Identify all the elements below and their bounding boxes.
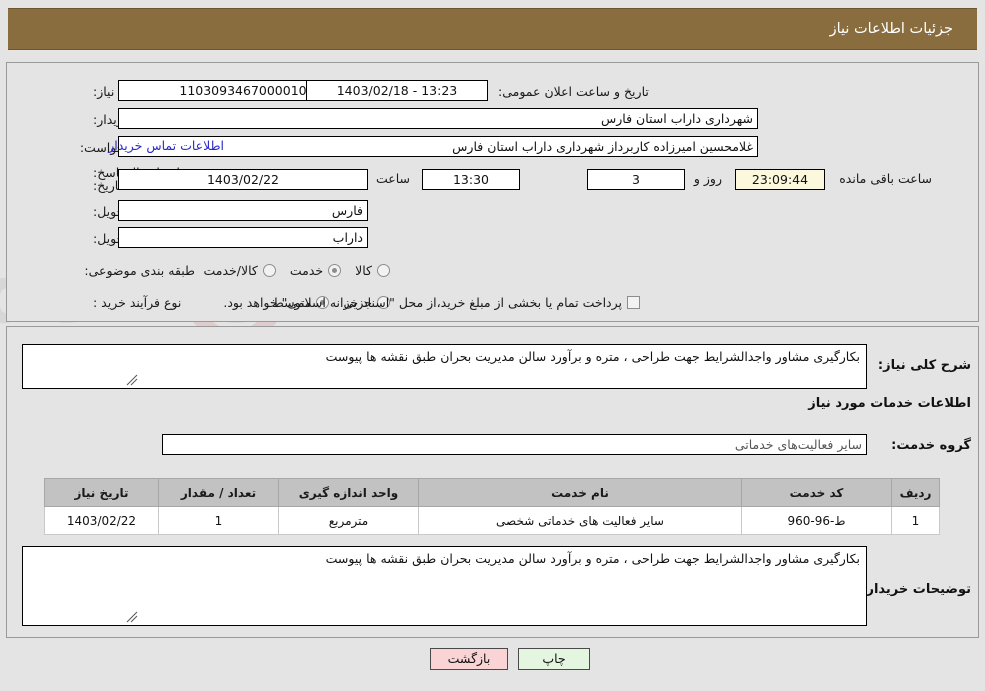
- announce-date-value[interactable]: 13:23 - 1403/02/18: [306, 80, 488, 101]
- buyer-notes-textarea[interactable]: بکارگیری مشاور واجدالشرایط جهت طراحی ، م…: [22, 546, 867, 626]
- category-radio-group: کالا خدمت کالا/خدمت: [189, 259, 390, 281]
- cell-service-name: سایر فعالیت های خدماتی شخصی: [418, 506, 742, 535]
- radio-category-2[interactable]: [262, 263, 276, 277]
- service-group-value[interactable]: سایر فعالیت‌های خدماتی: [162, 434, 867, 455]
- resize-handle-notes[interactable]: [126, 611, 138, 623]
- th-row: ردیف: [891, 478, 940, 507]
- cell-row: 1: [891, 506, 940, 535]
- buyer-org-value[interactable]: شهرداری داراب استان فارس: [118, 108, 758, 129]
- need-description-textarea[interactable]: بکارگیری مشاور واجدالشرایط جهت طراحی ، م…: [22, 344, 867, 389]
- cell-unit: مترمربع: [278, 506, 419, 535]
- table-row: 1 ط-96-960 سایر فعالیت های خدماتی شخصی م…: [44, 506, 940, 535]
- radio-category-0[interactable]: [377, 263, 390, 277]
- service-group-label: گروه خدمت:: [891, 438, 971, 453]
- province-value[interactable]: فارس: [118, 200, 368, 221]
- table-header-row: ردیف کد خدمت نام خدمت واحد اندازه گیری ت…: [44, 478, 940, 507]
- cell-service-code: ط-96-960: [741, 506, 892, 535]
- treasury-text: پرداخت تمام یا بخشی از مبلغ خرید،از محل …: [223, 294, 622, 310]
- field-category: طبقه بندی موضوعی:: [84, 259, 195, 281]
- page-title: جزئیات اطلاعات نیاز: [829, 21, 953, 37]
- th-need-date: تاریخ نیاز: [44, 478, 159, 507]
- countdown-label: ساعت باقی مانده: [839, 171, 932, 186]
- radio-category-0-label[interactable]: کالا: [341, 263, 377, 278]
- services-section-title: اطلاعات خدمات مورد نیاز: [808, 396, 971, 411]
- resize-handle-description[interactable]: [126, 374, 138, 386]
- print-button[interactable]: چاپ: [518, 648, 590, 670]
- need-description-label: شرح کلی نیاز:: [877, 358, 971, 373]
- city-value[interactable]: داراب: [118, 227, 368, 248]
- announce-date-label: تاریخ و ساعت اعلان عمومی:: [498, 83, 649, 99]
- buyer-notes-label: توضیحات خریدار:: [861, 582, 971, 597]
- deadline-date-value[interactable]: 1403/02/22: [118, 169, 368, 190]
- process-type-label: نوع فرآیند خرید :: [93, 294, 182, 310]
- page-root: AnaTender.net جزئیات اطلاعات نیاز شماره …: [0, 0, 985, 691]
- countdown-timer: 23:09:44: [735, 169, 825, 190]
- th-service-name: نام خدمت: [418, 478, 742, 507]
- page-header-bar: جزئیات اطلاعات نیاز: [8, 8, 977, 50]
- treasury-checkbox[interactable]: [627, 295, 640, 309]
- cell-need-date: 1403/02/22: [44, 506, 159, 535]
- field-process-type: نوع فرآیند خرید :: [85, 291, 195, 313]
- radio-category-1-label[interactable]: خدمت: [276, 263, 328, 278]
- back-button[interactable]: بازگشت: [430, 648, 508, 670]
- th-service-code: کد خدمت: [741, 478, 892, 507]
- radio-category-2-label[interactable]: کالا/خدمت: [189, 263, 262, 278]
- buyer-contact-link[interactable]: اطلاعات تماس خریدار: [102, 138, 230, 153]
- cell-quantity: 1: [158, 506, 279, 535]
- radio-category-1[interactable]: [328, 263, 342, 277]
- deadline-time-value[interactable]: 13:30: [422, 169, 520, 190]
- field-announce-date: تاریخ و ساعت اعلان عمومی:: [490, 80, 665, 102]
- th-quantity: تعداد / مقدار: [158, 478, 279, 507]
- days-remaining-label: روز و: [693, 171, 722, 186]
- services-table: ردیف کد خدمت نام خدمت واحد اندازه گیری ت…: [44, 478, 940, 535]
- treasury-option: پرداخت تمام یا بخشی از مبلغ خرید،از محل …: [223, 291, 640, 313]
- th-unit: واحد اندازه گیری: [278, 478, 419, 507]
- days-remaining-value[interactable]: 3: [587, 169, 685, 190]
- deadline-hour-label: ساعت: [375, 171, 410, 186]
- category-label: طبقه بندی موضوعی:: [84, 262, 195, 278]
